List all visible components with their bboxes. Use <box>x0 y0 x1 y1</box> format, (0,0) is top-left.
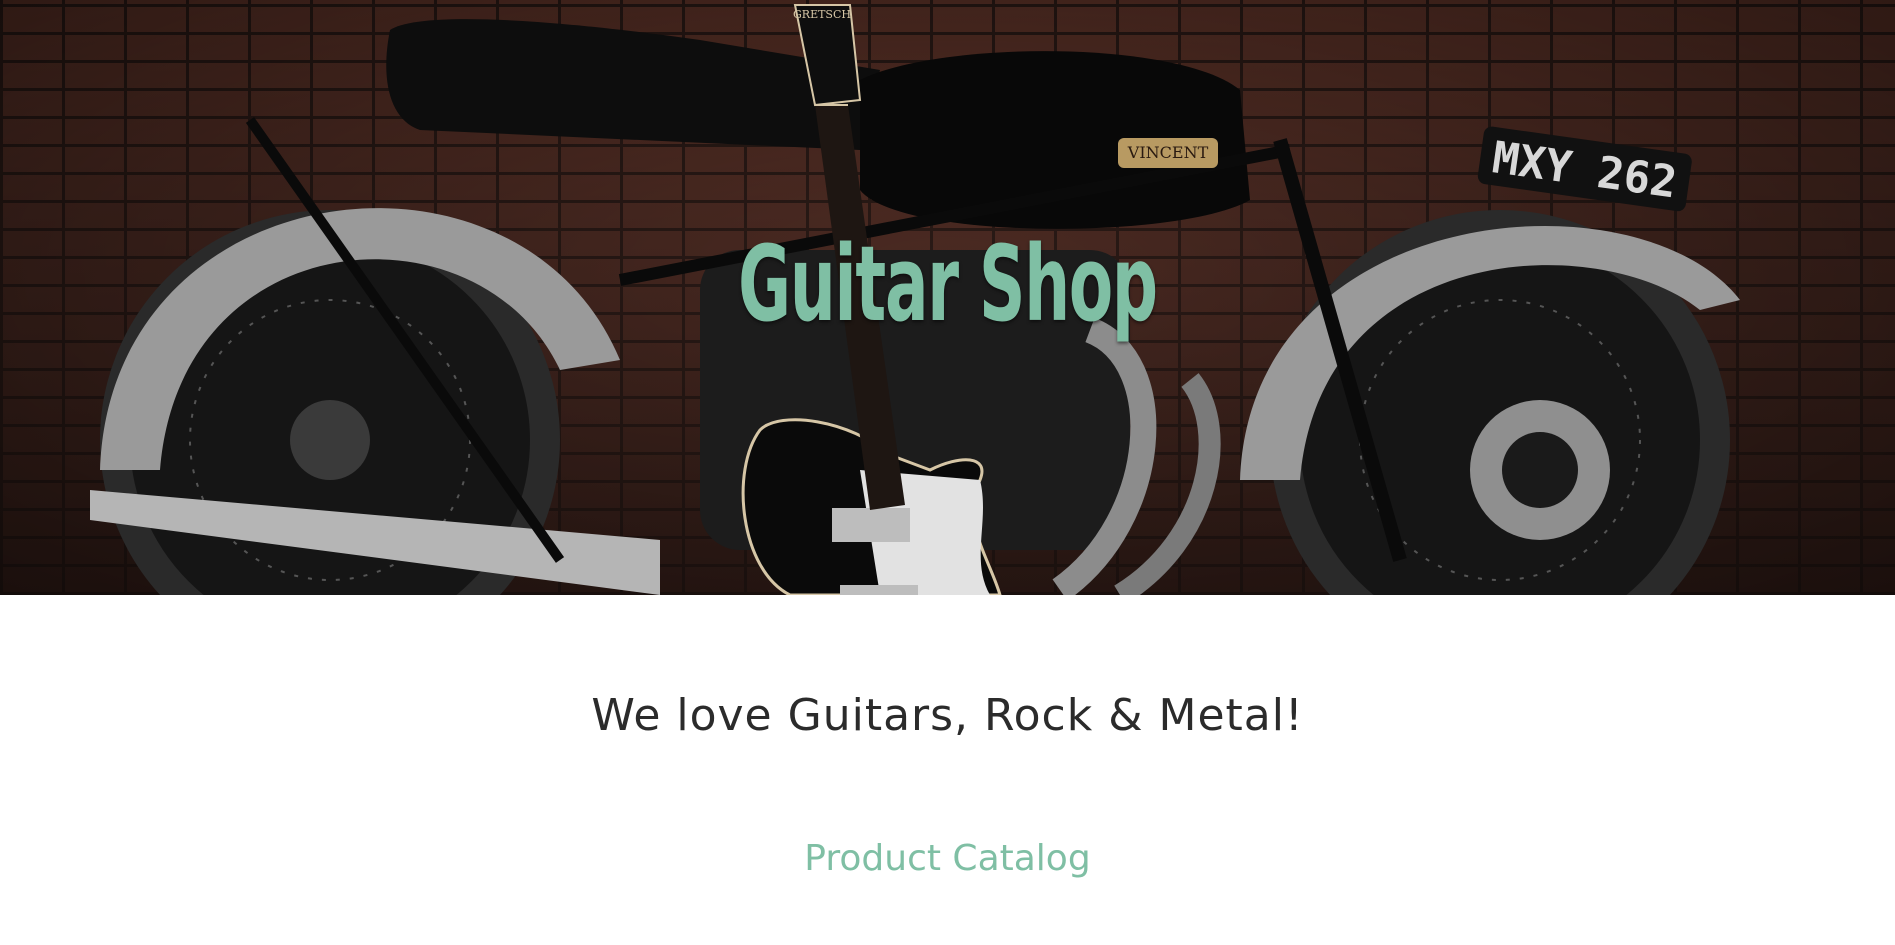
license-plate: MXY 262 <box>1477 126 1692 212</box>
product-catalog-link[interactable]: Product Catalog <box>0 838 1895 879</box>
svg-text:VINCENT: VINCENT <box>1127 143 1209 162</box>
hero-banner: VINCENT MXY 262 GRETSCH Guitar Shop <box>0 0 1895 595</box>
tagline: We love Guitars, Rock & Metal! <box>591 690 1304 741</box>
svg-text:GRETSCH: GRETSCH <box>793 8 851 21</box>
site-title: Guitar Shop <box>738 223 1158 345</box>
